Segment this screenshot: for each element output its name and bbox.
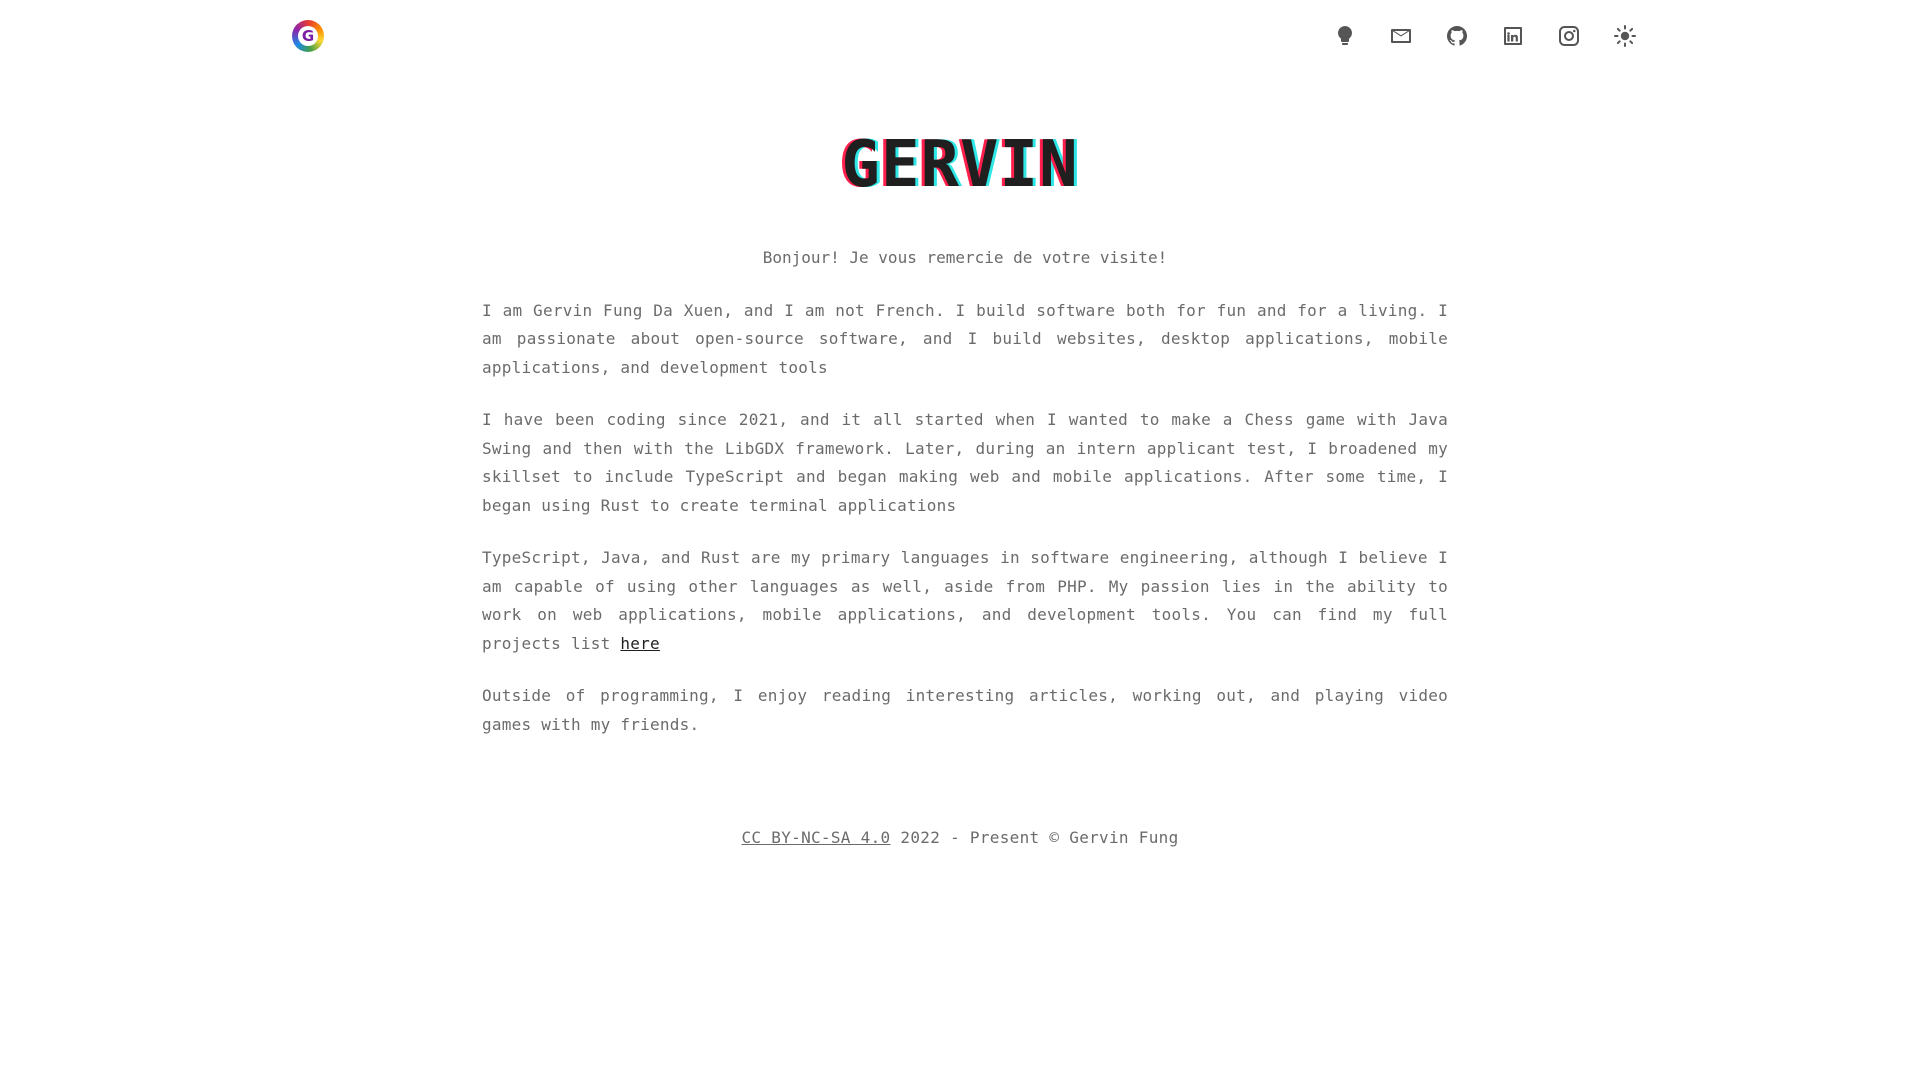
top-nav: G [292, 18, 1637, 54]
about-content: Bonjour! Je vous remercie de votre visit… [482, 244, 1448, 763]
lightbulb-icon[interactable] [1333, 24, 1357, 48]
nav-icon-group [1333, 24, 1637, 48]
about-paragraph-4: Outside of programming, I enjoy reading … [482, 686, 1448, 734]
projects-link[interactable]: here [620, 634, 660, 653]
sun-icon[interactable] [1613, 24, 1637, 48]
copyright-text: 2022 - Present © Gervin Fung [900, 828, 1179, 847]
page-title: GERVIN [841, 128, 1079, 202]
github-icon[interactable] [1445, 24, 1469, 48]
logo-icon[interactable]: G [292, 20, 324, 52]
mail-icon[interactable] [1389, 24, 1413, 48]
about-paragraph-1: I am Gervin Fung Da Xuen, and I am not F… [482, 300, 1448, 377]
logo-letter: G [301, 27, 315, 45]
linkedin-icon[interactable] [1501, 24, 1525, 48]
about-paragraph-2: I have been coding since 2021, and it al… [482, 410, 1448, 515]
page: G GERVIN Bonjour! Je vous remercie de vo… [0, 0, 1920, 1080]
footer: CC BY-NC-SA 4.0 2022 - Present © Gervin … [0, 828, 1920, 847]
instagram-icon[interactable] [1557, 24, 1581, 48]
greeting-text: Bonjour! Je vous remercie de votre visit… [762, 248, 1168, 267]
about-paragraph-3: TypeScript, Java, and Rust are my primar… [482, 544, 1448, 658]
license-link[interactable]: CC BY-NC-SA 4.0 [741, 828, 890, 847]
